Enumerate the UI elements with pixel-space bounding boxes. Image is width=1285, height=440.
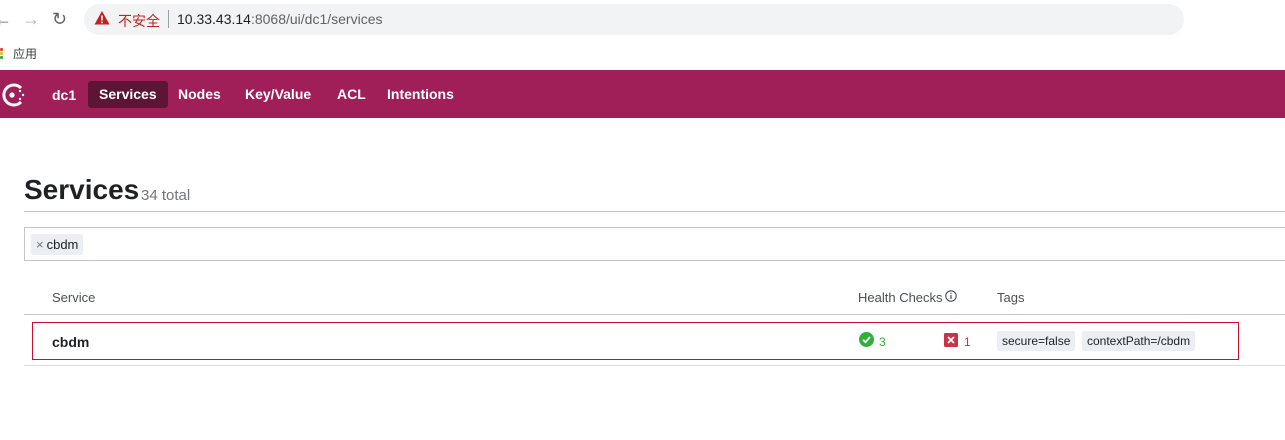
- app-header: dc1 Services Nodes Key/Value ACL Intenti…: [0, 70, 1285, 118]
- critical-count: 1: [964, 335, 971, 349]
- consul-logo-icon[interactable]: [0, 82, 26, 108]
- page-title: Services: [24, 174, 140, 205]
- nav-intentions[interactable]: Intentions: [376, 81, 465, 108]
- nav-key-value[interactable]: Key/Value: [234, 81, 322, 108]
- nav-services[interactable]: Services: [88, 81, 168, 108]
- reload-button[interactable]: ↻: [52, 9, 67, 29]
- filter-chip[interactable]: × cbdm: [31, 234, 84, 255]
- column-header-health-checks[interactable]: Health Checks: [858, 290, 943, 305]
- check-circle-icon: [859, 332, 874, 347]
- remove-filter-icon[interactable]: ×: [36, 237, 44, 252]
- address-divider: [168, 10, 169, 28]
- security-warning-text[interactable]: 不安全: [118, 11, 160, 31]
- row-divider: [24, 365, 1285, 366]
- warning-triangle-icon: [94, 11, 110, 25]
- info-circle-icon[interactable]: [945, 290, 957, 302]
- column-header-tags[interactable]: Tags: [997, 290, 1024, 305]
- column-header-service[interactable]: Service: [52, 290, 95, 305]
- url-host: 10.33.43.14: [177, 11, 251, 27]
- datacenter-selector[interactable]: dc1: [52, 87, 76, 103]
- nav-nodes[interactable]: Nodes: [167, 81, 232, 108]
- title-divider: [24, 211, 1285, 212]
- url-text[interactable]: 10.33.43.14:8068/ui/dc1/services: [177, 11, 383, 27]
- filter-chip-label: cbdm: [46, 237, 79, 252]
- passing-count: 3: [879, 335, 886, 349]
- browser-toolbar: ← → ↻ 不安全 10.33.43.14:8068/ui/dc1/servic…: [0, 0, 1285, 40]
- apps-bookmark[interactable]: 应用: [13, 45, 37, 62]
- service-tag: contextPath=/cbdm: [1082, 331, 1196, 351]
- back-button[interactable]: ←: [0, 9, 12, 29]
- search-input[interactable]: × cbdm: [24, 227, 1285, 261]
- apps-grid-icon[interactable]: [0, 48, 4, 60]
- forward-button[interactable]: →: [22, 9, 40, 29]
- x-square-icon: [944, 333, 958, 347]
- service-tag: secure=false: [997, 331, 1076, 351]
- nav-acl[interactable]: ACL: [326, 81, 377, 108]
- address-bar[interactable]: 不安全 10.33.43.14:8068/ui/dc1/services: [84, 4, 1184, 35]
- header-divider: [24, 314, 1285, 315]
- url-path: :8068/ui/dc1/services: [250, 11, 383, 27]
- bookmarks-bar: 应用: [0, 40, 1285, 68]
- service-count: 34 total: [141, 187, 191, 204]
- service-name[interactable]: cbdm: [52, 334, 89, 350]
